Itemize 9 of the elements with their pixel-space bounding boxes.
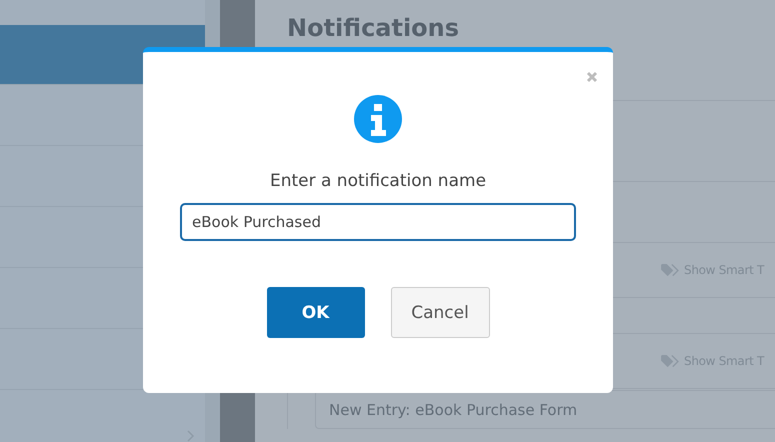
name-input[interactable]: eBook Purchased — [180, 203, 576, 241]
dialog-prompt: Enter a notification name — [270, 171, 486, 191]
close-icon[interactable] — [586, 71, 598, 83]
page-title: Notifications — [287, 13, 460, 44]
tag-icon — [660, 354, 679, 368]
tag-icon — [660, 262, 679, 278]
cancel-button[interactable]: Cancel — [390, 287, 490, 338]
info-icon — [354, 95, 402, 143]
ok-button[interactable]: OK — [266, 287, 364, 338]
